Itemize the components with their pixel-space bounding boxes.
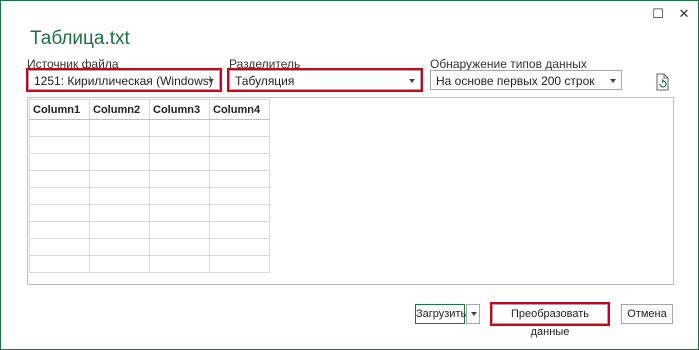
transform-data-button[interactable]: Преобразовать данные [490, 302, 610, 338]
table-cell [89, 170, 150, 188]
table-row [29, 255, 270, 273]
table-cell [149, 136, 210, 154]
table-cell [209, 170, 270, 188]
table-cell [149, 170, 210, 188]
table-cell [29, 153, 90, 171]
table-cell [89, 136, 150, 154]
chevron-down-icon [610, 79, 616, 83]
maximize-icon[interactable]: ☐ [650, 7, 666, 23]
cancel-button[interactable]: Отмена [621, 304, 673, 324]
table-cell [29, 187, 90, 205]
table-cell [29, 119, 90, 137]
table-cell [149, 221, 210, 239]
table-row [29, 187, 270, 205]
table-body [29, 119, 270, 273]
table-cell [149, 153, 210, 171]
delimiter-value: Табуляция [235, 74, 295, 88]
table-cell [209, 187, 270, 205]
chevron-down-icon [471, 312, 477, 316]
source-label: Источник файла [27, 57, 119, 71]
table-cell [89, 255, 150, 273]
column-header: Column3 [149, 99, 210, 120]
dialog-title: Таблица.txt [30, 28, 130, 49]
table-row [29, 170, 270, 188]
table-cell [209, 204, 270, 222]
table-cell [209, 238, 270, 256]
table-cell [149, 119, 210, 137]
table-cell [89, 204, 150, 222]
type-detection-value: На основе первых 200 строк [436, 74, 595, 88]
table-cell [209, 153, 270, 171]
table-cell [149, 187, 210, 205]
detection-label: Обнаружение типов данных [430, 57, 587, 71]
table-cell [89, 187, 150, 205]
delimiter-select[interactable]: Табуляция [227, 68, 423, 92]
table-cell [209, 255, 270, 273]
table-cell [29, 170, 90, 188]
table-row [29, 153, 270, 171]
type-detection-select[interactable]: На основе первых 200 строк [430, 70, 622, 90]
column-header: Column1 [29, 99, 90, 120]
table-cell [89, 119, 150, 137]
table-row [29, 204, 270, 222]
table-cell [209, 221, 270, 239]
file-origin-select[interactable]: 1251: Кириллическая (Windows) [26, 68, 222, 92]
chevron-down-icon [208, 79, 214, 83]
table-row [29, 136, 270, 154]
table-cell [29, 238, 90, 256]
table-cell [209, 136, 270, 154]
table-cell [89, 238, 150, 256]
refresh-icon[interactable] [653, 72, 671, 92]
load-options-button[interactable] [466, 304, 480, 324]
table-cell [29, 204, 90, 222]
table-row [29, 119, 270, 137]
table-cell [149, 255, 210, 273]
chevron-down-icon [409, 79, 415, 83]
table-row [29, 221, 270, 239]
close-icon[interactable]: ✕ [676, 7, 692, 23]
table-cell [149, 204, 210, 222]
column-header: Column2 [89, 99, 150, 120]
table-cell [209, 119, 270, 137]
import-dialog: ☐ ✕ Таблица.txt Источник файла 1251: Кир… [0, 0, 699, 350]
header-row: Column1 Column2 Column3 Column4 [29, 99, 270, 120]
preview-table: Column1 Column2 Column3 Column4 [29, 99, 270, 273]
load-button[interactable]: Загрузить [415, 304, 466, 324]
table-cell [29, 255, 90, 273]
file-origin-value: 1251: Кириллическая (Windows) [34, 74, 213, 88]
data-preview: Column1 Column2 Column3 Column4 [27, 97, 674, 285]
table-cell [89, 221, 150, 239]
table-cell [29, 136, 90, 154]
table-cell [29, 221, 90, 239]
table-cell [149, 238, 210, 256]
table-cell [89, 153, 150, 171]
table-row [29, 238, 270, 256]
column-header: Column4 [209, 99, 270, 120]
delimiter-label: Разделитель [229, 57, 301, 71]
